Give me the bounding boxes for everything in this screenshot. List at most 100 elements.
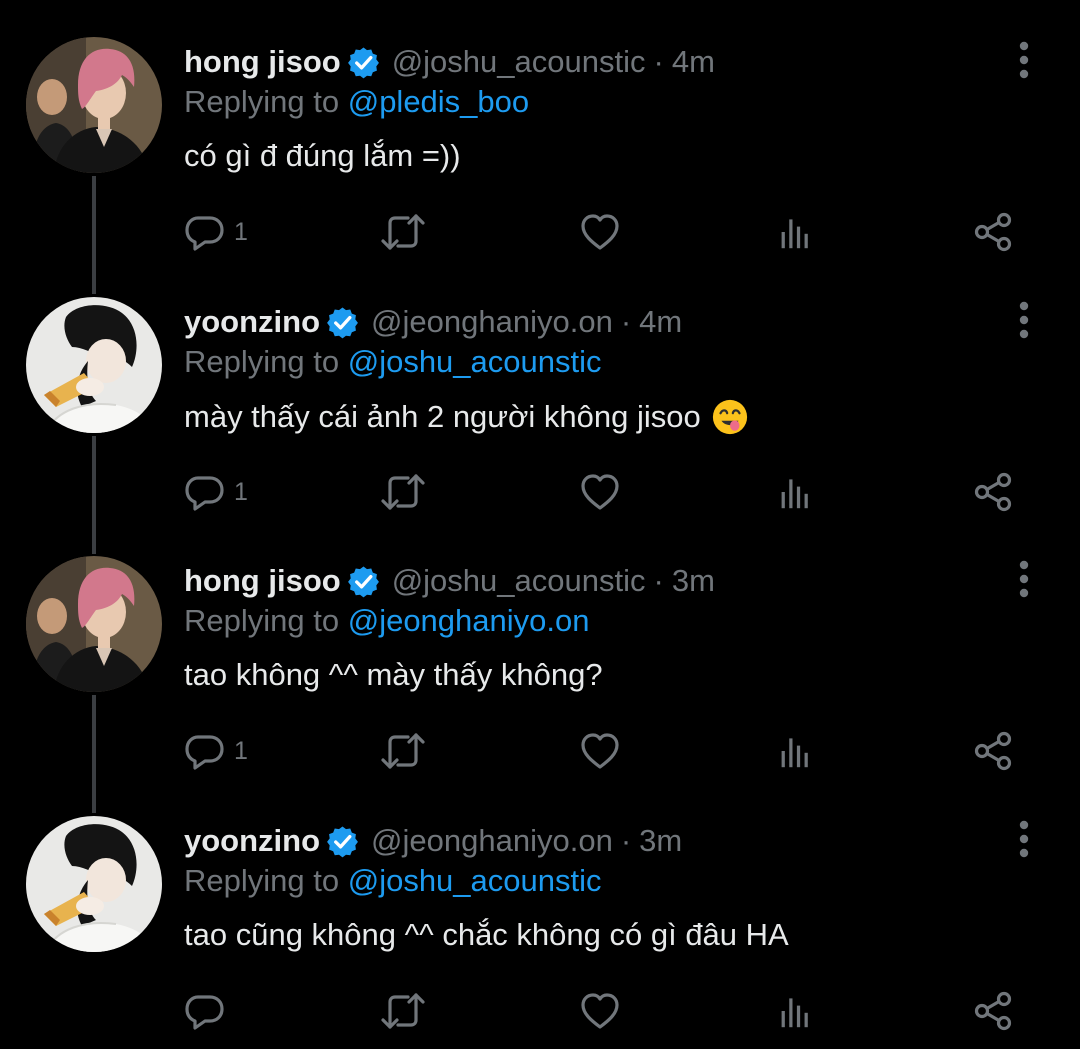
- replying-to-label: Replying to: [184, 344, 340, 379]
- user-handle[interactable]: @joshu_acounstic: [392, 563, 646, 599]
- tweet[interactable]: yoonzino @jeonghaniyo.on · 4m Replying t…: [0, 260, 1080, 554]
- action-bar: [184, 989, 1034, 1033]
- retweet-icon: [381, 212, 425, 252]
- user-handle[interactable]: @joshu_acounstic: [392, 44, 646, 80]
- like-icon: [580, 212, 620, 252]
- like-icon: [580, 731, 620, 771]
- user-handle[interactable]: @jeonghaniyo.on: [371, 304, 613, 340]
- avatar-eating: [26, 816, 162, 952]
- tweet[interactable]: hong jisoo @joshu_acounstic · 3m Replyin…: [0, 519, 1080, 813]
- tweet-text-content: mày thấy cái ảnh 2 người không jisoo: [184, 399, 701, 434]
- action-bar: 1: [184, 729, 1034, 773]
- tweet[interactable]: hong jisoo @joshu_acounstic · 4m Replyin…: [0, 0, 1080, 294]
- retweet-button[interactable]: [381, 989, 425, 1033]
- user-handle[interactable]: @jeonghaniyo.on: [371, 823, 613, 859]
- timestamp[interactable]: 4m: [639, 304, 682, 340]
- more-icon[interactable]: [1006, 300, 1042, 340]
- display-name[interactable]: hong jisoo: [184, 44, 341, 80]
- tweet-thread: hong jisoo @joshu_acounstic · 4m Replyin…: [0, 0, 1080, 1049]
- like-icon: [580, 991, 620, 1031]
- face-savoring-food-emoji: [711, 398, 749, 436]
- tweet-header: yoonzino @jeonghaniyo.on · 3m: [184, 819, 682, 863]
- avatar[interactable]: [26, 816, 162, 952]
- display-name[interactable]: yoonzino: [184, 823, 320, 859]
- share-button[interactable]: [973, 989, 1013, 1033]
- reply-icon: [184, 472, 224, 512]
- reply-button[interactable]: 1: [184, 210, 248, 254]
- tweet-text: tao cũng không ^^ chắc không có gì đâu H…: [184, 917, 789, 953]
- replying-to-mention[interactable]: @joshu_acounstic: [348, 863, 602, 898]
- more-icon[interactable]: [1006, 40, 1042, 80]
- more-icon[interactable]: [1006, 819, 1042, 859]
- retweet-button[interactable]: [381, 210, 425, 254]
- retweet-icon: [381, 472, 425, 512]
- views-icon: [778, 472, 814, 512]
- retweet-button[interactable]: [381, 470, 425, 514]
- verified-badge-icon: [326, 825, 359, 858]
- views-button[interactable]: [778, 470, 814, 514]
- action-bar: 1: [184, 470, 1034, 514]
- avatar[interactable]: [26, 37, 162, 173]
- replying-to-mention[interactable]: @joshu_acounstic: [348, 344, 602, 379]
- share-icon: [973, 731, 1013, 771]
- share-icon: [973, 472, 1013, 512]
- replying-to-mention[interactable]: @jeonghaniyo.on: [348, 603, 590, 638]
- replying-to-label: Replying to: [184, 863, 340, 898]
- like-button[interactable]: [580, 470, 620, 514]
- verified-badge-icon: [326, 306, 359, 339]
- like-button[interactable]: [580, 729, 620, 773]
- replying-to-line: Replying to @pledis_boo: [184, 84, 529, 120]
- share-button[interactable]: [973, 470, 1013, 514]
- like-button[interactable]: [580, 989, 620, 1033]
- share-button[interactable]: [973, 210, 1013, 254]
- tweet-text: mày thấy cái ảnh 2 người không jisoo: [184, 398, 749, 436]
- action-bar: 1: [184, 210, 1034, 254]
- views-button[interactable]: [778, 729, 814, 773]
- verified-badge-icon: [347, 565, 380, 598]
- reply-button[interactable]: 1: [184, 729, 248, 773]
- timestamp[interactable]: 3m: [672, 563, 715, 599]
- reply-button[interactable]: 1: [184, 470, 248, 514]
- timestamp[interactable]: 4m: [672, 44, 715, 80]
- separator-dot: ·: [620, 304, 632, 339]
- reply-icon: [184, 991, 224, 1031]
- tweet-text: có gì đ đúng lắm =)): [184, 138, 461, 174]
- separator-dot: ·: [653, 563, 664, 598]
- timestamp[interactable]: 3m: [639, 823, 682, 859]
- avatar-pink-hair: [26, 37, 162, 173]
- avatar[interactable]: [26, 556, 162, 692]
- verified-badge-icon: [347, 46, 380, 79]
- views-icon: [778, 991, 814, 1031]
- reply-icon: [184, 212, 224, 252]
- display-name[interactable]: hong jisoo: [184, 563, 341, 599]
- like-button[interactable]: [580, 210, 620, 254]
- tweet-header: hong jisoo @joshu_acounstic · 4m: [184, 40, 715, 84]
- reply-count: 1: [234, 736, 248, 765]
- retweet-icon: [381, 991, 425, 1031]
- replying-to-label: Replying to: [184, 603, 340, 638]
- replying-to-line: Replying to @joshu_acounstic: [184, 863, 602, 899]
- share-button[interactable]: [973, 729, 1013, 773]
- like-icon: [580, 472, 620, 512]
- tweet-text-content: tao cũng không ^^ chắc không có gì đâu H…: [184, 917, 789, 952]
- views-button[interactable]: [778, 210, 814, 254]
- tweet-header: hong jisoo @joshu_acounstic · 3m: [184, 559, 715, 603]
- display-name[interactable]: yoonzino: [184, 304, 320, 340]
- retweet-button[interactable]: [381, 729, 425, 773]
- replying-to-mention[interactable]: @pledis_boo: [348, 84, 529, 119]
- tweet-text-content: có gì đ đúng lắm =)): [184, 138, 461, 173]
- more-icon[interactable]: [1006, 559, 1042, 599]
- tweet-text: tao không ^^ mày thấy không?: [184, 657, 603, 693]
- reply-count: 1: [234, 217, 248, 246]
- replying-to-label: Replying to: [184, 84, 340, 119]
- avatar-eating: [26, 297, 162, 433]
- tweet[interactable]: yoonzino @jeonghaniyo.on · 3m Replying t…: [0, 779, 1080, 1038]
- avatar[interactable]: [26, 297, 162, 433]
- replying-to-line: Replying to @jeonghaniyo.on: [184, 603, 589, 639]
- reply-button[interactable]: [184, 989, 234, 1033]
- views-icon: [778, 212, 814, 252]
- separator-dot: ·: [653, 44, 664, 79]
- reply-icon: [184, 731, 224, 771]
- separator-dot: ·: [620, 823, 632, 858]
- views-button[interactable]: [778, 989, 814, 1033]
